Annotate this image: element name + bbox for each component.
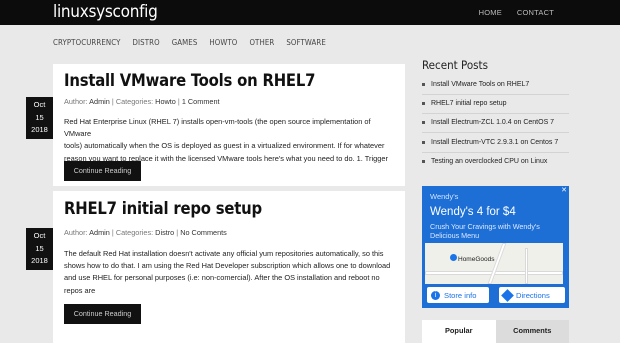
directions-button[interactable]: Directions [499, 287, 565, 303]
divider [422, 132, 569, 133]
tab-popular[interactable]: Popular [422, 320, 496, 343]
comments-link[interactable]: No Comments [180, 228, 227, 237]
nav-home-link[interactable]: HOME [479, 8, 502, 17]
ad-brand: Wendy's [430, 192, 459, 201]
recent-post-item[interactable]: RHEL7 initial repo setup [422, 100, 507, 107]
article-card: Install VMware Tools on RHEL7 Author: Ad… [53, 64, 405, 186]
bullet-icon [422, 141, 425, 144]
site-logo[interactable]: linuxsysconfig [53, 2, 158, 22]
top-navbar: linuxsysconfig HOME CONTACT [0, 0, 620, 25]
store-info-button[interactable]: i Store info [427, 287, 489, 303]
bullet-icon [422, 160, 425, 163]
divider [422, 113, 569, 114]
directions-icon [501, 288, 514, 302]
recent-post-item[interactable]: Install Electrum-ZCL 1.0.4 on CentOS 7 [422, 119, 554, 126]
bullet-icon [422, 83, 425, 86]
post-title[interactable]: RHEL7 initial repo setup [64, 199, 262, 218]
nav-contact-link[interactable]: CONTACT [517, 8, 554, 17]
recent-post-item[interactable]: Testing an overclocked CPU on Linux [422, 158, 547, 165]
post-meta: Author: Admin | Categories: Distro | No … [64, 228, 227, 237]
divider [422, 152, 569, 153]
recent-posts-heading: Recent Posts [422, 58, 488, 72]
ad-subtext: Crush Your Cravings with Wendy's Delicio… [430, 222, 540, 240]
category-software[interactable]: SOFTWARE [286, 38, 326, 47]
recent-post-item[interactable]: Install VMware Tools on RHEL7 [422, 81, 529, 88]
category-cryptocurrency[interactable]: CRYPTOCURRENCY [53, 38, 121, 47]
post-excerpt: The default Red Hat installation doesn't… [64, 249, 391, 295]
category-link[interactable]: Distro [155, 228, 174, 237]
post-date: Oct 15 2018 [26, 228, 53, 270]
category-games[interactable]: GAMES [172, 38, 198, 47]
category-nav: CRYPTOCURRENCY DISTRO GAMES HOWTO OTHER … [53, 38, 326, 47]
advertisement[interactable]: ✕ Wendy's Wendy's 4 for $4 Crush Your Cr… [422, 186, 569, 308]
ad-headline[interactable]: Wendy's 4 for $4 [430, 206, 516, 218]
post-excerpt: Red Hat Enterprise Linux (RHEL 7) instal… [64, 117, 388, 163]
ad-map[interactable]: HomeGoods [425, 243, 563, 284]
author-link[interactable]: Admin [89, 228, 110, 237]
bullet-icon [422, 102, 425, 105]
comments-link[interactable]: 1 Comment [182, 97, 220, 106]
post-date: Oct 15 2018 [26, 97, 53, 139]
post-meta: Author: Admin | Categories: Howto | 1 Co… [64, 97, 220, 106]
map-pin-icon [450, 254, 457, 261]
post-title[interactable]: Install VMware Tools on RHEL7 [64, 71, 315, 90]
sidebar-tabs: Popular Comments [422, 320, 569, 343]
continue-reading-button[interactable]: Continue Reading [64, 161, 141, 181]
category-howto[interactable]: HOWTO [209, 38, 237, 47]
tab-comments[interactable]: Comments [495, 320, 569, 343]
map-label: HomeGoods [458, 256, 495, 263]
category-distro[interactable]: DISTRO [133, 38, 160, 47]
continue-reading-button[interactable]: Continue Reading [64, 304, 141, 324]
category-link[interactable]: Howto [155, 97, 176, 106]
recent-post-item[interactable]: Install Electrum-VTC 2.9.3.1 on Centos 7 [422, 139, 558, 146]
divider [422, 94, 569, 95]
info-icon: i [431, 290, 440, 300]
top-links: HOME CONTACT [479, 8, 554, 17]
category-other[interactable]: OTHER [249, 38, 274, 47]
ad-close-icon[interactable]: ✕ [560, 187, 568, 195]
author-link[interactable]: Admin [89, 97, 110, 106]
bullet-icon [422, 121, 425, 124]
article-card: RHEL7 initial repo setup Author: Admin |… [53, 191, 405, 343]
